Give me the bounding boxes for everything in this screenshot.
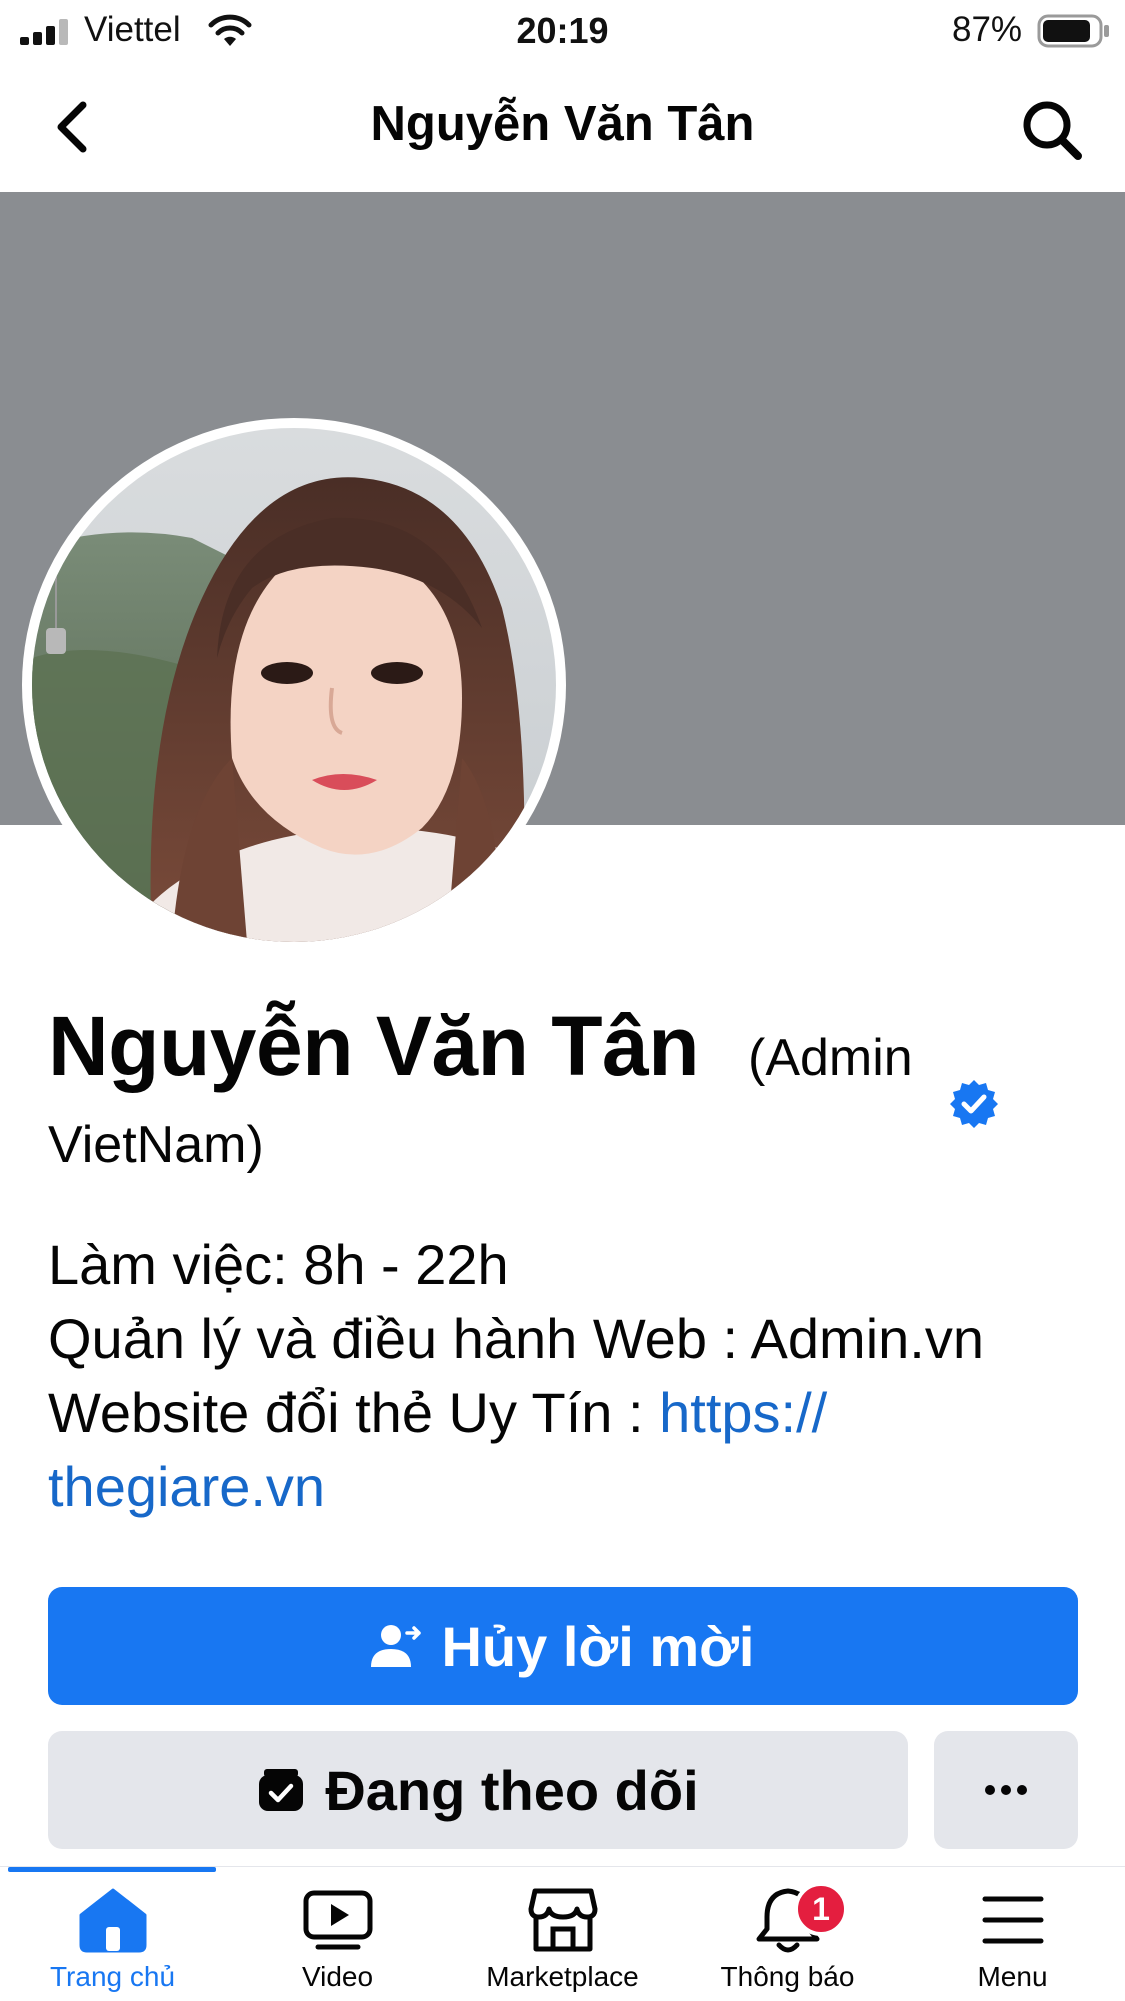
bio-working-hours: Làm việc: 8h - 22h — [48, 1233, 509, 1296]
avatar-photo — [32, 428, 556, 942]
tab-label: Thông báo — [720, 1961, 855, 1992]
profile-name-suffix-2: VietNam) — [48, 1116, 264, 1174]
video-icon — [303, 1890, 372, 1950]
tab-menu[interactable]: Menu — [900, 1867, 1125, 2001]
tab-label: Menu — [977, 1961, 1048, 1992]
bio-website-label: Website đổi thẻ Uy Tín : — [48, 1381, 660, 1444]
menu-icon — [982, 1896, 1043, 1944]
following-label: Đang theo dõi — [325, 1758, 699, 1822]
profile-bio: Làm việc: 8h - 22h Quản lý và điều hành … — [48, 1228, 1088, 1524]
following-button[interactable]: Đang theo dõi — [48, 1731, 908, 1849]
tab-label: Marketplace — [486, 1961, 639, 1992]
bio-link[interactable]: https:// — [659, 1381, 827, 1444]
profile-name: Nguyễn Văn Tân — [48, 999, 700, 1093]
more-options-button[interactable] — [934, 1731, 1078, 1849]
following-icon — [257, 1767, 305, 1813]
tab-marketplace[interactable]: Marketplace — [450, 1867, 675, 2001]
page-title: Nguyễn Văn Tân — [370, 97, 755, 151]
marketplace-icon — [528, 1888, 597, 1952]
bio-link-continued[interactable]: thegiare.vn — [48, 1450, 1088, 1524]
battery-percent: 87% — [952, 10, 1023, 49]
bio-management: Quản lý và điều hành Web : Admin.vn — [48, 1307, 984, 1370]
cancel-request-label: Hủy lời mời — [441, 1614, 755, 1678]
search-icon — [1023, 101, 1082, 160]
profile-name-suffix: (Admin — [748, 1029, 913, 1087]
more-icon — [985, 1785, 1027, 1795]
tab-notifications[interactable]: Thông báo — [675, 1867, 900, 2001]
status-bar: Viettel 20:19 87% — [0, 0, 1125, 62]
bottom-tab-bar: Trang chủ Video Marketplace Thông báo Me… — [0, 1866, 1125, 2001]
profile-name-block: Nguyễn Văn Tân (Admin VietNam) — [48, 990, 1088, 1174]
tab-video[interactable]: Video — [225, 1867, 450, 2001]
verified-badge-icon — [948, 1078, 1000, 1130]
tab-label: Video — [301, 1961, 374, 1992]
tab-label: Trang chủ — [49, 1961, 176, 1992]
person-arrow-icon — [371, 1623, 422, 1669]
home-icon — [79, 1888, 146, 1953]
cancel-request-button[interactable]: Hủy lời mời — [48, 1587, 1078, 1705]
search-button[interactable] — [1020, 98, 1084, 162]
battery-icon — [1037, 14, 1111, 53]
nav-bar: Nguyễn Văn Tân — [0, 62, 1125, 192]
profile-avatar[interactable] — [22, 418, 566, 952]
tab-home[interactable]: Trang chủ — [0, 1867, 225, 2001]
bio-website-line: Website đổi thẻ Uy Tín : https:// — [48, 1376, 1088, 1450]
notification-badge: 1 — [794, 1882, 848, 1936]
